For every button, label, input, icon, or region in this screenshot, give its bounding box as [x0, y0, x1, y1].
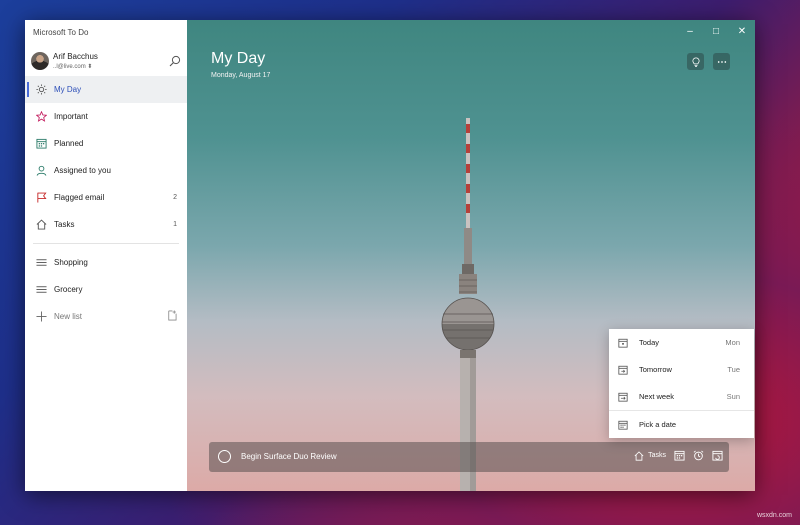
menu-item-day: Sun: [726, 392, 740, 401]
menu-item-today[interactable]: Today Mon: [609, 329, 754, 356]
sidebar-item-label: My Day: [54, 85, 82, 94]
calendar-icon: [35, 138, 47, 150]
sidebar-item-label: Tasks: [54, 220, 75, 229]
menu-item-label: Today: [639, 338, 660, 347]
calendar-next-week-icon: [618, 392, 628, 402]
search-icon[interactable]: [169, 55, 181, 67]
calendar-today-icon: [618, 338, 628, 348]
home-icon: [35, 219, 47, 231]
star-icon: [35, 111, 47, 123]
sidebar-item-important[interactable]: Important: [25, 103, 187, 130]
menu-item-label: Pick a date: [639, 420, 677, 429]
sidebar-item-label: Planned: [54, 139, 84, 148]
list-icon: [35, 284, 47, 296]
maximize-button[interactable]: □: [703, 20, 729, 42]
calendar-repeat-icon: [712, 450, 723, 461]
menu-item-label: Next week: [639, 392, 675, 401]
menu-item-label: Tomorrow: [639, 365, 672, 374]
task-checkbox-icon[interactable]: [218, 450, 231, 463]
list-icon: [35, 257, 47, 269]
calendar-icon: [674, 450, 685, 461]
add-task-input[interactable]: Begin Surface Duo Review: [241, 452, 337, 461]
add-task-tools: Tasks: [634, 450, 723, 461]
sidebar-item-my-day[interactable]: My Day: [25, 76, 187, 103]
profile-email: ..l@live.com ⬍: [53, 64, 93, 70]
new-list-label: New list: [54, 312, 83, 321]
nav: My Day Important Planned Assigned to you…: [25, 76, 187, 330]
list-selector-button[interactable]: Tasks: [634, 450, 666, 461]
menu-item-day: Mon: [725, 338, 740, 347]
sidebar-item-grocery[interactable]: Grocery: [25, 276, 187, 303]
suggestions-button[interactable]: [687, 53, 704, 70]
reminder-button[interactable]: [693, 450, 704, 461]
calendar-tomorrow-icon: [618, 365, 628, 375]
window-controls: – □ ✕: [677, 20, 755, 42]
profile[interactable]: Arif Bacchus ..l@live.com ⬍: [31, 50, 181, 74]
home-icon: [634, 450, 644, 461]
lightbulb-icon: [691, 56, 700, 67]
menu-item-pick-a-date[interactable]: Pick a date: [609, 411, 754, 438]
menu-item-tomorrow[interactable]: Tomorrow Tue: [609, 356, 754, 383]
app-title: Microsoft To Do: [33, 28, 89, 37]
sidebar-divider: [33, 243, 179, 244]
watermark: wsxdn.com: [756, 512, 792, 519]
due-date-menu: Today Mon Tomorrow Tue Next week Sun Pic…: [609, 329, 754, 438]
sidebar-item-label: Grocery: [54, 285, 83, 294]
sidebar-item-count: 1: [173, 221, 177, 228]
sidebar-item-label: Important: [54, 112, 88, 121]
due-date-button[interactable]: [674, 450, 685, 461]
more-options-button[interactable]: [713, 53, 730, 70]
avatar[interactable]: [31, 52, 49, 70]
menu-item-day: Tue: [727, 365, 740, 374]
flag-icon: [35, 192, 47, 204]
sidebar-item-count: 2: [173, 194, 177, 201]
new-group-icon[interactable]: [166, 310, 177, 323]
sidebar-item-flagged-email[interactable]: Flagged email 2: [25, 184, 187, 211]
new-list-button[interactable]: New list: [25, 303, 187, 330]
profile-name: Arif Bacchus: [53, 52, 98, 61]
list-selector-label: Tasks: [648, 452, 666, 459]
sidebar-item-shopping[interactable]: Shopping: [25, 249, 187, 276]
minimize-button[interactable]: –: [677, 20, 703, 42]
sidebar-item-label: Flagged email: [54, 193, 105, 202]
person-icon: [35, 165, 47, 177]
calendar-pick-icon: [618, 420, 628, 430]
sidebar-item-planned[interactable]: Planned: [25, 130, 187, 157]
close-button[interactable]: ✕: [729, 20, 755, 42]
repeat-button[interactable]: [712, 450, 723, 461]
sidebar: Microsoft To Do Arif Bacchus ..l@live.co…: [25, 20, 187, 491]
sidebar-item-label: Shopping: [54, 258, 88, 267]
add-task-bar[interactable]: Begin Surface Duo Review Tasks: [209, 442, 729, 472]
sun-icon: [35, 84, 47, 96]
sidebar-item-assigned[interactable]: Assigned to you: [25, 157, 187, 184]
page-date: Monday, August 17: [211, 72, 271, 79]
page-title: My Day: [211, 50, 266, 67]
plus-icon: [35, 311, 47, 323]
sidebar-item-label: Assigned to you: [54, 166, 111, 175]
alarm-icon: [693, 450, 704, 461]
menu-item-next-week[interactable]: Next week Sun: [609, 383, 754, 410]
tv-tower-image: [441, 118, 495, 491]
sidebar-item-tasks[interactable]: Tasks 1: [25, 211, 187, 238]
more-icon: [717, 60, 726, 63]
